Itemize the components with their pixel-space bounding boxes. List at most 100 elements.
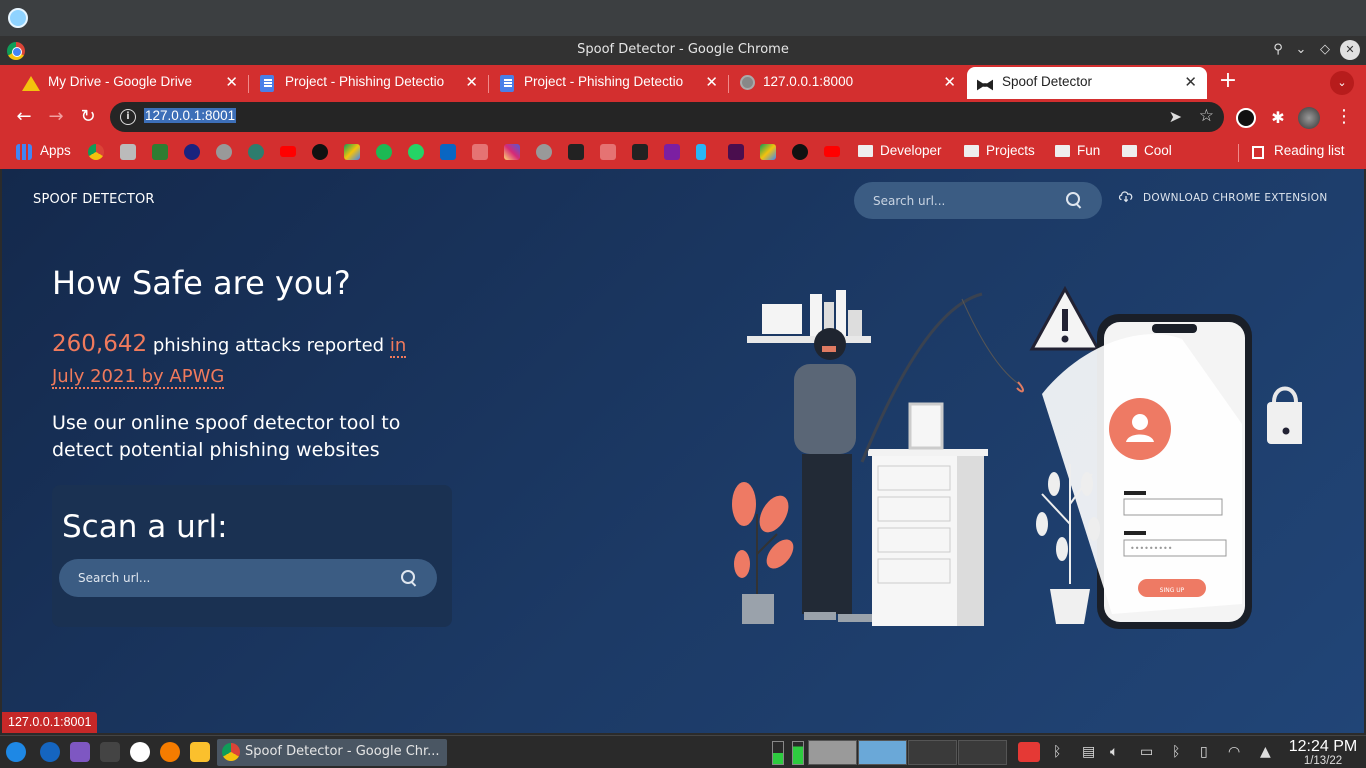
youtube-bookmark-icon[interactable] [824, 146, 840, 157]
bookmark-folder-cool[interactable]: Cool [1144, 143, 1172, 158]
bookmark-folder-fun[interactable]: Fun [1077, 143, 1100, 158]
forward-arrow-icon[interactable]: → [44, 106, 68, 130]
bookmark-star-icon[interactable]: ☆ [1199, 106, 1214, 126]
file-manager-icon[interactable] [190, 742, 210, 762]
minimize-icon[interactable]: ⌄ [1291, 40, 1311, 60]
scan-placeholder: Search url... [78, 571, 151, 585]
scan-url-input[interactable]: Search url... [59, 559, 437, 597]
pin-icon[interactable]: ⚲ [1268, 40, 1288, 60]
workspace-2[interactable] [858, 740, 907, 765]
clipboard-icon[interactable]: ▤ [1082, 744, 1095, 760]
tab-close-icon[interactable]: ✕ [1184, 73, 1197, 91]
phishing-stat: 260,642 phishing attacks reported in Jul… [52, 329, 472, 392]
maximize-icon[interactable]: ◇ [1315, 40, 1335, 60]
chrome-bookmark-icon[interactable] [88, 144, 104, 160]
tray-expand-icon[interactable]: ▲ [1260, 744, 1271, 760]
extension-bookmark-icon[interactable] [120, 144, 136, 160]
tab-close-icon[interactable]: ✕ [705, 73, 718, 91]
bluetooth-icon[interactable]: ᛒ [1053, 744, 1061, 760]
bluetooth-tray-icon[interactable]: ᛒ [1172, 744, 1180, 760]
globe-icon [740, 75, 755, 90]
spotify-bookmark-icon[interactable] [376, 144, 392, 160]
bookmark-icon[interactable] [696, 144, 706, 160]
browser-toolbar: ← → ↻ i 127.0.0.1:8001 ➤ ☆ ✱ ⋮ [0, 99, 1366, 136]
bookmark-icon[interactable] [568, 144, 584, 160]
tab-close-icon[interactable]: ✕ [465, 73, 478, 91]
bookmark-icon[interactable] [152, 144, 168, 160]
workspace-3[interactable] [908, 740, 957, 765]
apps-bookmark[interactable]: Apps [40, 143, 71, 158]
medium-bookmark-icon[interactable] [664, 144, 680, 160]
sublime-text-icon[interactable] [160, 742, 180, 762]
menu-kebab-icon[interactable]: ⋮ [1332, 106, 1356, 130]
header-search-input[interactable]: Search url... [854, 182, 1102, 219]
search-icon[interactable] [401, 570, 417, 586]
whatsapp-bookmark-icon[interactable] [408, 144, 424, 160]
volume-icon[interactable]: 🔈︎ [1110, 744, 1118, 760]
bookmark-folder-developer[interactable]: Developer [880, 143, 942, 158]
tiktok-extension-icon[interactable] [1236, 108, 1256, 128]
send-to-devices-icon[interactable]: ➤ [1169, 107, 1182, 126]
address-bar[interactable]: i 127.0.0.1:8001 ➤ ☆ [110, 102, 1224, 132]
globe-bookmark-icon[interactable] [216, 144, 232, 160]
tab-search-chevron-icon[interactable]: ⌄ [1330, 71, 1354, 95]
google-drive-bookmark-icon[interactable] [344, 144, 360, 160]
bookmark-icon[interactable] [632, 144, 648, 160]
bookmark-icon[interactable] [184, 144, 200, 160]
stat-source-link-in[interactable]: in [389, 335, 407, 358]
site-brand[interactable]: SPOOF DETECTOR [33, 192, 155, 207]
search-icon[interactable] [1066, 192, 1082, 208]
address-bar-url[interactable]: 127.0.0.1:8001 [144, 108, 237, 123]
phishing-illustration: ••••••••• SING UP [732, 285, 1302, 629]
extensions-puzzle-icon[interactable]: ✱ [1268, 108, 1288, 128]
back-arrow-icon[interactable]: ← [12, 106, 36, 130]
terminal-icon[interactable] [100, 742, 120, 762]
workspace-1[interactable] [808, 740, 857, 765]
site-info-icon[interactable]: i [120, 109, 136, 125]
bookmark-icon[interactable] [472, 144, 488, 160]
tab-spoof-detector[interactable]: Spoof Detector ✕ [967, 67, 1207, 99]
tab-localhost-8000[interactable]: 127.0.0.1:8000 ✕ [728, 67, 966, 99]
wifi-icon[interactable]: ◠ [1228, 744, 1240, 760]
stat-source-link[interactable]: July 2021 by APWG [52, 366, 225, 389]
bookmark-icon[interactable] [792, 144, 808, 160]
taskbar-chrome-window[interactable]: Spoof Detector - Google Chr... [217, 739, 447, 766]
tab-project-doc-2[interactable]: Project - Phishing Detectio ✕ [488, 67, 729, 99]
anydesk-icon[interactable] [1018, 742, 1040, 762]
settings-icon[interactable] [130, 742, 150, 762]
new-tab-button[interactable]: + [1216, 70, 1240, 94]
bookmark-icon[interactable] [600, 144, 616, 160]
start-menu-icon[interactable] [6, 742, 26, 762]
github-bookmark-icon[interactable] [312, 144, 328, 160]
desktop-app-icon[interactable] [8, 8, 28, 28]
github-desktop-icon[interactable] [70, 742, 90, 762]
cpu-meter [772, 741, 784, 765]
reload-icon[interactable]: ↻ [76, 106, 100, 130]
tab-google-drive[interactable]: My Drive - Google Drive ✕ [8, 67, 249, 99]
tab-close-icon[interactable]: ✕ [225, 73, 238, 91]
app-launcher-icon[interactable] [40, 742, 60, 762]
usb-drive-icon[interactable]: ▯ [1200, 744, 1208, 760]
close-window-icon[interactable]: ✕ [1340, 40, 1360, 60]
clock-time[interactable]: 12:24 PM [1283, 738, 1363, 756]
globe-bookmark-icon[interactable] [536, 144, 552, 160]
scan-card: Scan a url: Search url... [52, 485, 452, 627]
clock-date[interactable]: 1/13/22 [1283, 755, 1363, 767]
youtube-bookmark-icon[interactable] [280, 146, 296, 157]
apps-grid-icon[interactable] [16, 144, 32, 160]
window-titlebar: Spoof Detector - Google Chrome ⚲ ⌄ ◇ ✕ [0, 36, 1366, 65]
instagram-bookmark-icon[interactable] [504, 144, 520, 160]
workspace-4[interactable] [958, 740, 1007, 765]
tab-close-icon[interactable]: ✕ [943, 73, 956, 91]
adobe-xd-bookmark-icon[interactable] [728, 144, 744, 160]
tab-project-doc-1[interactable]: Project - Phishing Detectio ✕ [248, 67, 489, 99]
battery-icon[interactable]: ▭ [1140, 744, 1153, 760]
google-drive-bookmark-icon[interactable] [760, 144, 776, 160]
svg-text:•••••••••: ••••••••• [1130, 544, 1172, 553]
linkedin-bookmark-icon[interactable] [440, 144, 456, 160]
stat-number: 260,642 [52, 331, 148, 357]
bookmark-folder-projects[interactable]: Projects [986, 143, 1035, 158]
bookmark-icon[interactable] [248, 144, 264, 160]
profile-avatar[interactable] [1298, 107, 1320, 129]
reading-list-button[interactable]: Reading list [1274, 143, 1345, 158]
